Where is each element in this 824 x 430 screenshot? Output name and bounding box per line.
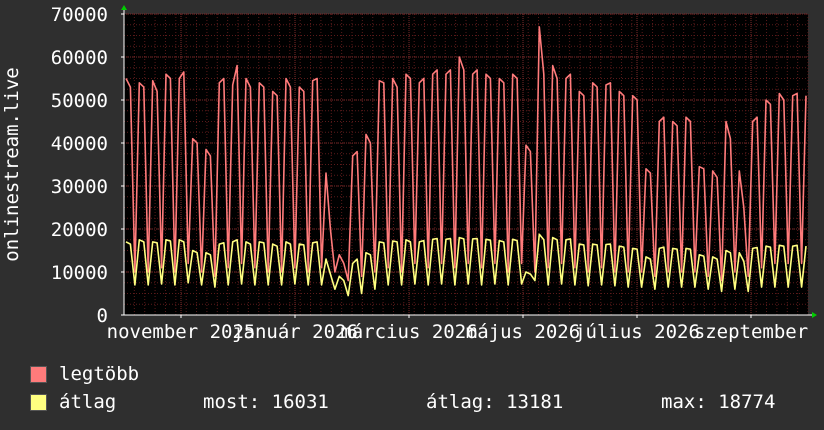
y-tick-label: 40000 — [51, 133, 108, 155]
y-tick-label: 70000 — [51, 4, 108, 26]
legend-item-atlag: átlag — [30, 391, 116, 413]
line-chart: 010000200003000040000500006000070000nove… — [1, 4, 817, 343]
stat-max: max: 18774 — [661, 391, 776, 413]
legend-swatch-legtobb — [30, 365, 47, 383]
x-tick-label: január 2026 — [232, 321, 358, 343]
x-tick-label: július 2026 — [574, 321, 700, 343]
y-tick-label: 30000 — [51, 176, 108, 198]
x-tick-label: május 2026 — [466, 321, 580, 343]
chart-container: 0 10000 20000 30000 40000 50000 60000 70000 nove… — [0, 0, 824, 430]
legend-swatch-atlag — [30, 393, 47, 411]
y-tick-label: 20000 — [51, 219, 108, 241]
y-axis-arrow — [121, 5, 127, 10]
y-tick-label: 50000 — [51, 90, 108, 112]
y-tick-label: 60000 — [51, 47, 108, 69]
y-tick-label: 10000 — [51, 262, 108, 284]
x-axis-arrow — [812, 312, 817, 318]
legend-label-legtobb: legtöbb — [59, 363, 140, 385]
stat-most: most: 16031 — [203, 391, 329, 413]
stat-atlag: átlag: 13181 — [426, 391, 564, 413]
legend-label-atlag: átlag — [59, 391, 117, 413]
legend-item-legtobb: legtöbb — [30, 363, 139, 385]
y-axis-label: onlinestream.live — [1, 67, 23, 261]
x-tick-label: március 2026 — [340, 321, 477, 343]
x-tick-label: szeptember — [694, 321, 808, 343]
